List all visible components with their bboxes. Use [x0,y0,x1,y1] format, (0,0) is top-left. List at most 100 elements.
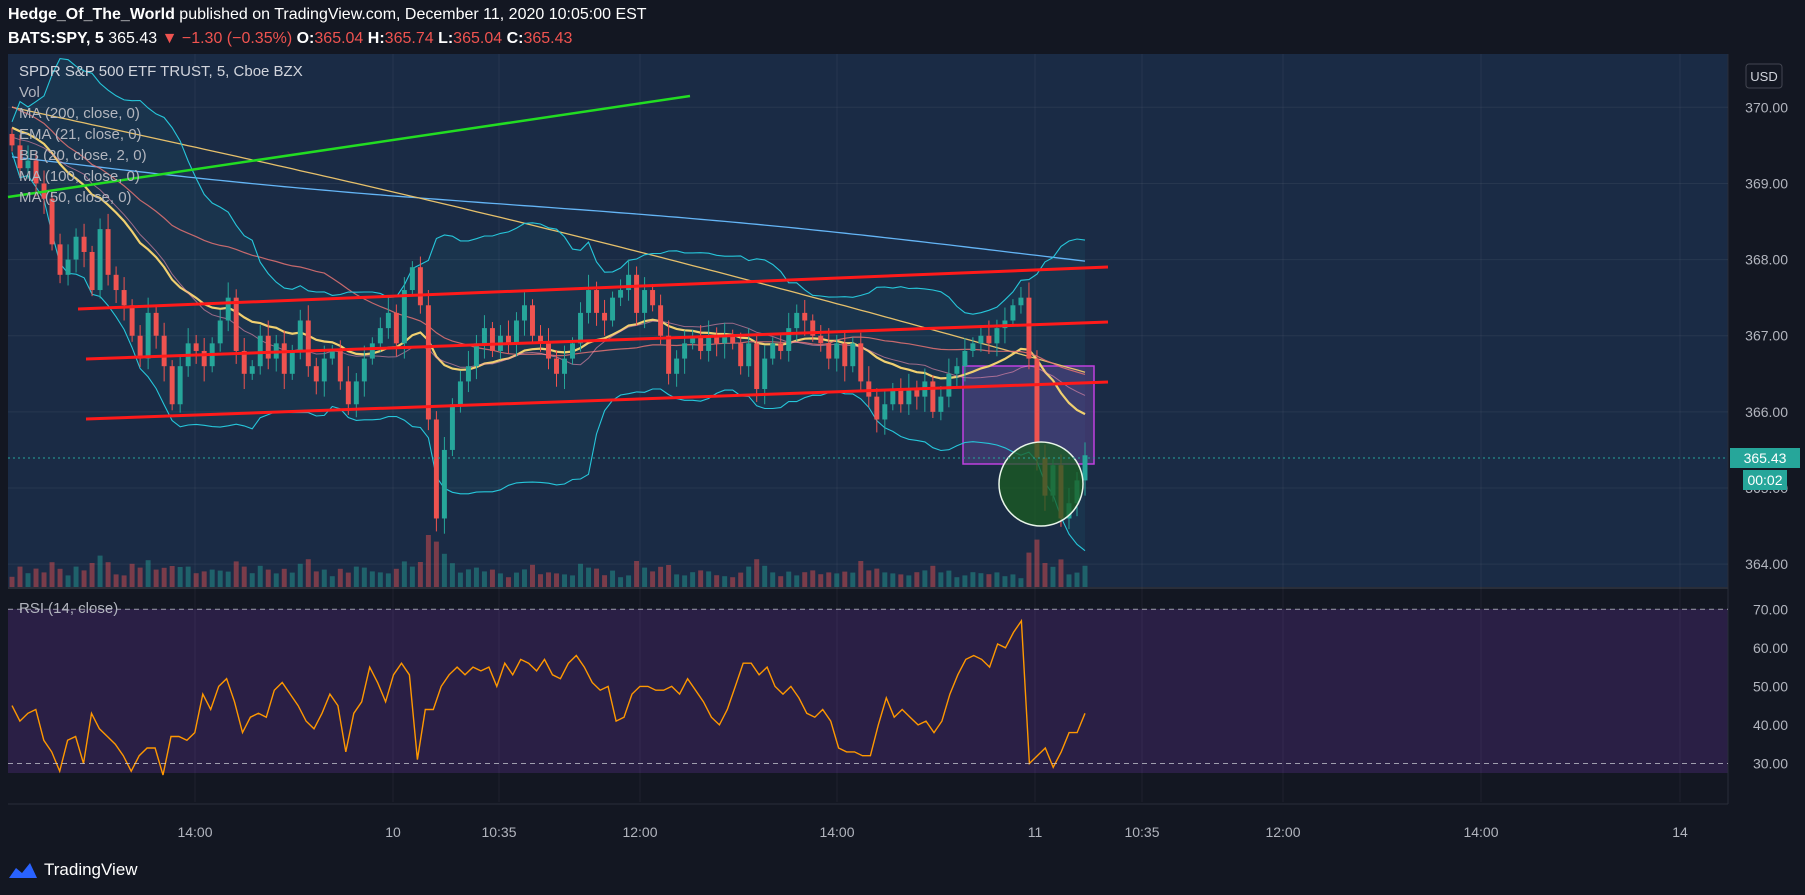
candle-body [1082,455,1088,481]
volume-bar [570,575,576,587]
volume-bar [17,566,23,587]
legend-ma200[interactable]: MA (200, close, 0) [19,105,140,122]
volume-bar [1010,574,1016,587]
volume-bar [73,566,79,587]
volume-bar [321,569,327,587]
legend-bb[interactable]: BB (20, close, 2, 0) [19,147,147,164]
legend-vol[interactable]: Vol [19,84,40,101]
volume-bar [986,574,992,587]
volume-bar [241,566,247,587]
legend-ma50[interactable]: MA (50, close, 0) [19,189,132,206]
volume-bar [273,573,279,587]
candle-body [153,312,159,336]
volume-bar [417,562,423,587]
volume-bar [698,570,704,587]
candle-body [361,358,367,382]
volume-bar [626,575,632,587]
candle-body [850,343,856,367]
volume-bar [201,571,207,587]
candle-body [425,305,431,420]
volume-bar [249,573,255,587]
publish-info: published on TradingView.com, December 1… [179,6,647,23]
volume-bar [145,560,151,587]
volume-bar [618,577,624,587]
candle-body [906,389,912,405]
candle-body [778,343,784,351]
volume-bar [1042,563,1048,587]
usd-button[interactable]: USD [1745,63,1783,89]
candle-body [9,133,15,146]
chart-area[interactable]: 370.00369.00368.00367.00366.00365.00364.… [0,54,1805,854]
volume-bar [337,568,343,587]
volume-bar [121,575,127,587]
volume-bar [794,575,800,587]
volume-bar [1026,552,1032,587]
rsi-label[interactable]: RSI (14, close) [19,600,118,617]
volume-bar [137,567,143,587]
candle-body [473,343,479,367]
candle-body [513,320,519,344]
candle-body [586,290,592,313]
candle-body [353,381,359,405]
volume-bar [730,577,736,587]
volume-bar [802,572,808,587]
candle-body [858,343,864,382]
volume-bar [714,575,720,587]
volume-bar [970,572,976,587]
volume-bar [257,565,263,587]
candle-body [321,358,327,382]
legend-title[interactable]: SPDR S&P 500 ETF TRUST, 5, Cboe BZX [19,63,303,80]
volume-bar [361,567,367,587]
volume-bar [393,568,399,587]
volume-bar [425,535,431,587]
x-tick-label: 12:00 [1265,824,1300,840]
volume-bar [193,573,199,587]
candle-body [546,343,551,359]
volume-bar [594,568,600,587]
volume-bar [778,576,784,587]
candle-body [842,343,848,367]
volume-bar [481,571,487,587]
volume-bar [842,571,848,587]
volume-bar [1066,574,1072,587]
candle-body [385,312,391,329]
legend-ema21[interactable]: EMA (21, close, 0) [19,126,142,143]
candle-body [634,274,640,313]
volume-bar [658,566,664,587]
candle-body [770,343,776,359]
x-tick-label: 10:35 [1124,824,1159,840]
volume-bar [674,574,680,587]
volume-bar [305,559,311,587]
highlight-circle[interactable] [998,441,1084,527]
candle-body [337,350,343,382]
x-tick-label: 14:00 [1463,824,1498,840]
volume-bar [297,563,303,587]
candle-body [994,328,1000,344]
close-value: 365.43 [523,30,573,47]
volume-bar [345,572,351,587]
legend-ma100[interactable]: MA (100, close, 0) [19,168,140,185]
candle-body [802,312,808,321]
volume-bar [89,563,95,587]
y-tick-label: 369.00 [1745,175,1788,191]
author-name[interactable]: Hedge_Of_The_World [8,6,175,23]
tradingview-logo[interactable]: TradingView [8,860,138,880]
volume-bar [546,572,551,587]
volume-bar [938,572,944,587]
candle-body [297,320,303,351]
volume-bar [169,566,175,587]
ohlc-row: BATS:SPY, 5 365.43 ▼ −1.30 (−0.35%) O:36… [8,28,572,49]
candle-body [57,244,63,275]
volume-bar [289,572,295,587]
candle-body [970,343,976,351]
candle-body [594,290,600,313]
volume-bar [25,573,31,587]
candle-body [225,297,231,321]
volume-bar [866,570,872,587]
volume-bar [1058,559,1064,587]
candle-body [754,343,760,390]
x-tick-label: 14:00 [177,824,212,840]
y-tick-label: 370.00 [1745,99,1788,115]
volume-bar [530,564,535,587]
candle-body [281,343,287,374]
